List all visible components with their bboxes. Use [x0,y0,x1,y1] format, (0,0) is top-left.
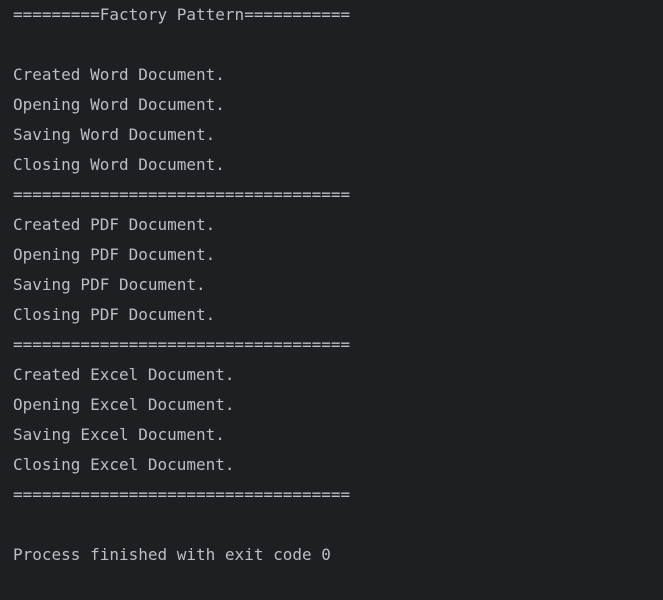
console-output-line: Closing PDF Document. [13,305,216,324]
console-separator-line: =================================== [13,335,351,354]
console-exit-status-line: Process finished with exit code 0 [13,545,331,564]
console-separator-line: =================================== [13,485,351,504]
console-output-line: Opening PDF Document. [13,245,216,264]
console-header-line: =========Factory Pattern=========== [13,5,351,24]
console-separator-line: =================================== [13,185,351,204]
console-output-line: Saving Excel Document. [13,425,225,444]
console-output-line: Created Word Document. [13,65,225,84]
console-output-line: Closing Word Document. [13,155,225,174]
console-output-line: Opening Excel Document. [13,395,235,414]
run-console-output[interactable]: =========Factory Pattern=========== Crea… [0,0,663,600]
console-output-line: Created Excel Document. [13,365,235,384]
console-output-line: Saving Word Document. [13,125,216,144]
console-output-line: Saving PDF Document. [13,275,206,294]
console-output-line: Opening Word Document. [13,95,225,114]
console-output-line: Created PDF Document. [13,215,216,234]
console-output-line: Closing Excel Document. [13,455,235,474]
